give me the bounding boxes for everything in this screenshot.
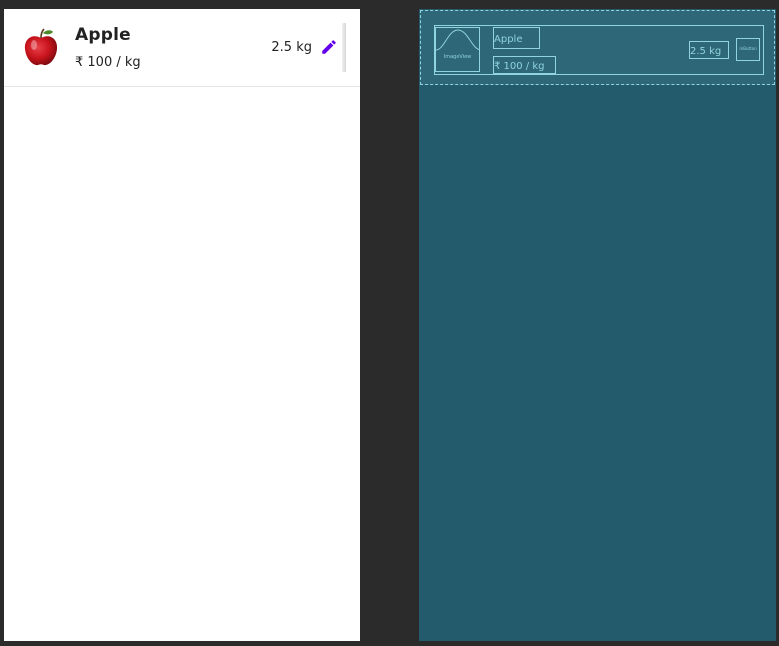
blueprint-price-text[interactable]: ₹ 100 / kg xyxy=(493,56,556,74)
image-placeholder-caption: ImageView xyxy=(443,54,472,60)
image-placeholder-icon xyxy=(436,29,479,51)
blueprint-row-bounds[interactable]: ImageView Apple ₹ 100 / kg 2.5 kg mButto… xyxy=(434,25,764,75)
edit-button-caption: mButton xyxy=(739,46,757,51)
design-preview: Apple ₹ 100 / kg 2.5 kg xyxy=(4,9,360,641)
pencil-icon[interactable] xyxy=(320,38,338,56)
blueprint-root-bounds[interactable]: ImageView Apple ₹ 100 / kg 2.5 kg mButto… xyxy=(420,10,775,85)
blueprint-preview: ImageView Apple ₹ 100 / kg 2.5 kg mButto… xyxy=(419,9,776,641)
list-item[interactable]: Apple ₹ 100 / kg 2.5 kg xyxy=(4,9,360,87)
layout-editor-canvas: Apple ₹ 100 / kg 2.5 kg ImageView Apple … xyxy=(0,0,779,646)
item-name: Apple xyxy=(75,25,131,45)
item-quantity: 2.5 kg xyxy=(271,40,312,55)
blueprint-quantity-text[interactable]: 2.5 kg xyxy=(689,41,729,59)
blueprint-edit-button[interactable]: mButton xyxy=(736,38,760,61)
apple-image xyxy=(24,28,58,66)
row-scroll-edge xyxy=(342,23,346,72)
blueprint-name-text[interactable]: Apple xyxy=(493,27,540,49)
blueprint-image-view[interactable]: ImageView xyxy=(435,27,480,72)
item-price: ₹ 100 / kg xyxy=(75,55,141,70)
